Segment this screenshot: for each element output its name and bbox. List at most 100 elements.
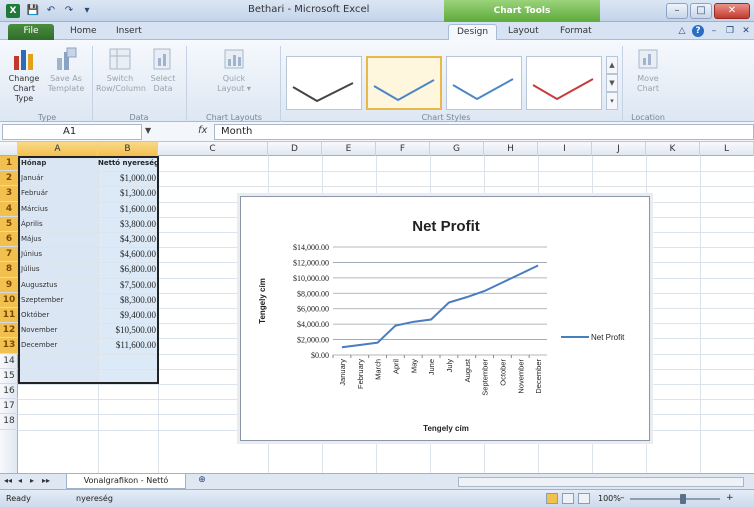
insert-function-icon[interactable]: fx (198, 125, 207, 136)
workbook-minimize-icon[interactable]: – (708, 25, 720, 37)
chart-style-2[interactable] (366, 56, 442, 110)
group-separator (186, 46, 187, 122)
formula-bar: A1 ▼ fx Month (0, 122, 754, 142)
y-tick-label: $12,000.00 (293, 258, 329, 267)
style-2-line (373, 79, 435, 102)
group-label-type: Type (37, 113, 57, 122)
chart-style-4[interactable] (526, 56, 602, 110)
quick-layout-icon (224, 49, 244, 69)
y-axis-title: Tengely cím (258, 278, 267, 324)
chart-style-3[interactable] (446, 56, 522, 110)
insert-sheet-icon[interactable]: ⊕ (190, 475, 214, 488)
x-tick-label: October (498, 359, 507, 386)
page-break-view-icon[interactable] (578, 493, 590, 504)
sheet-tab[interactable]: Vonalgrafikon - Nettó (66, 474, 186, 489)
chart-styles-gallery (286, 40, 606, 122)
style-3-line (452, 78, 514, 101)
y-tick-label: $6,000.00 (297, 305, 329, 314)
gallery-more[interactable]: ▾ (606, 92, 618, 110)
gallery-scroll-down[interactable]: ▼ (606, 74, 618, 92)
prev-sheet-button[interactable]: ◂ (18, 476, 22, 485)
zoom-level[interactable]: 100% (598, 494, 621, 503)
maximize-button[interactable]: □ (690, 3, 712, 19)
save-as-template-label: Save As Template (47, 74, 85, 93)
y-tick-label: $14,000.00 (293, 243, 329, 252)
x-tick-label: May (409, 359, 418, 373)
chart-style-1[interactable] (286, 56, 362, 110)
group-separator (92, 46, 93, 122)
horizontal-scrollbar[interactable] (458, 477, 744, 487)
tab-design[interactable]: Design (448, 24, 498, 40)
minimize-button[interactable]: – (666, 3, 688, 19)
group-separator (622, 46, 623, 122)
y-tick-label: $8,000.00 (297, 289, 329, 298)
normal-view-icon[interactable] (546, 493, 558, 504)
line-chart: Net Profit $0.00 $2,000.00 $4,000.00 $6,000.… (258, 218, 625, 433)
zoom-in-button[interactable]: + (726, 493, 734, 503)
customize-qat-icon[interactable]: ▾ (80, 4, 94, 18)
last-sheet-button[interactable]: ▸▸ (42, 476, 50, 485)
x-tick-label: August (463, 358, 472, 382)
chart-object[interactable]: Net Profit $0.00 $2,000.00 $4,000.00 $6,000.… (240, 196, 650, 441)
y-tick-label: $0.00 (311, 351, 329, 360)
next-sheet-button[interactable]: ▸ (30, 476, 34, 485)
worksheet-grid[interactable]: ABCDEFGHIJKL 1 2 3 4 5 6 7 8 9 10 11 12 13 14 15 16 17 18… (0, 142, 754, 473)
y-tick-label: $2,000.00 (297, 336, 329, 345)
undo-icon[interactable]: ↶ (44, 4, 58, 18)
x-tick-label: July (445, 359, 454, 373)
tab-home[interactable]: Home (62, 24, 105, 40)
gallery-scroll-up[interactable]: ▲ (606, 56, 618, 74)
title-bar: X 💾 ↶ ↷ ▾ Bethari - Microsoft Excel Char… (0, 0, 754, 22)
y-tick-label: $4,000.00 (297, 320, 329, 329)
tab-layout[interactable]: Layout (500, 24, 547, 40)
zoom-out-button[interactable]: – (620, 493, 625, 503)
help-icon[interactable]: ? (692, 25, 704, 37)
group-label-chart-layouts: Chart Layouts (206, 113, 262, 122)
chart-type-icon (14, 50, 33, 70)
style-1-line (292, 82, 354, 103)
group-label-chart-styles: Chart Styles (421, 113, 471, 122)
switch-row-column-label: Switch Row/Column (96, 74, 146, 93)
x-tick-label: September (481, 358, 490, 395)
switch-row-column-icon (109, 48, 131, 70)
group-separator (280, 46, 281, 122)
legend-label: Net Profit (591, 333, 625, 342)
redo-icon[interactable]: ↷ (62, 4, 76, 18)
chevron-down-icon[interactable]: ▼ (145, 126, 151, 135)
change-chart-type-label: Change Chart Type (8, 74, 40, 103)
tab-insert[interactable]: Insert (108, 24, 150, 40)
status-mode: Ready (6, 494, 31, 503)
first-sheet-button[interactable]: ◂◂ (4, 476, 12, 485)
quick-layout-button[interactable]: Quick Layout ▾ (192, 46, 276, 94)
zoom-slider-thumb[interactable] (680, 494, 686, 504)
tab-file[interactable]: File (8, 24, 54, 40)
chart-title: Net Profit (412, 218, 480, 235)
x-tick-label: March (374, 359, 383, 380)
save-icon[interactable]: 💾 (26, 4, 40, 18)
save-as-template-button[interactable]: Save As Template (46, 46, 86, 94)
page-layout-view-icon[interactable] (562, 493, 574, 504)
sheet-tab-bar: ◂◂ ◂ ▸ ▸▸ Vonalgrafikon - Nettó ⊕ (0, 473, 754, 489)
ribbon-tabs: File Home Insert Design Layout Format △ … (0, 22, 754, 40)
close-button[interactable]: ✕ (714, 3, 750, 19)
window-title: Bethari - Microsoft Excel (248, 4, 370, 15)
tab-format[interactable]: Format (552, 24, 600, 40)
quick-layout-label: Quick Layout ▾ (217, 74, 251, 93)
minimize-ribbon-icon[interactable]: △ (676, 25, 688, 37)
workbook-close-icon[interactable]: ✕ (740, 25, 752, 37)
x-tick-label: February (356, 359, 365, 389)
zoom-slider[interactable] (630, 498, 720, 500)
x-tick-label: December (534, 359, 543, 394)
name-box[interactable]: A1 (2, 124, 142, 140)
status-sheet-name: nyereség (76, 494, 113, 503)
select-data-icon (153, 48, 171, 70)
formula-input[interactable]: Month (214, 124, 754, 140)
change-chart-type-button[interactable]: Change Chart Type (4, 46, 44, 104)
excel-app-icon[interactable]: X (6, 4, 20, 18)
switch-row-column-button[interactable]: Switch Row/Column (96, 46, 146, 94)
move-chart-button[interactable]: Move Chart (628, 46, 668, 94)
group-label-location: Location (631, 113, 665, 122)
selection-border (18, 156, 159, 384)
select-data-button[interactable]: Select Data (146, 46, 180, 94)
workbook-restore-icon[interactable]: ❐ (724, 25, 736, 37)
